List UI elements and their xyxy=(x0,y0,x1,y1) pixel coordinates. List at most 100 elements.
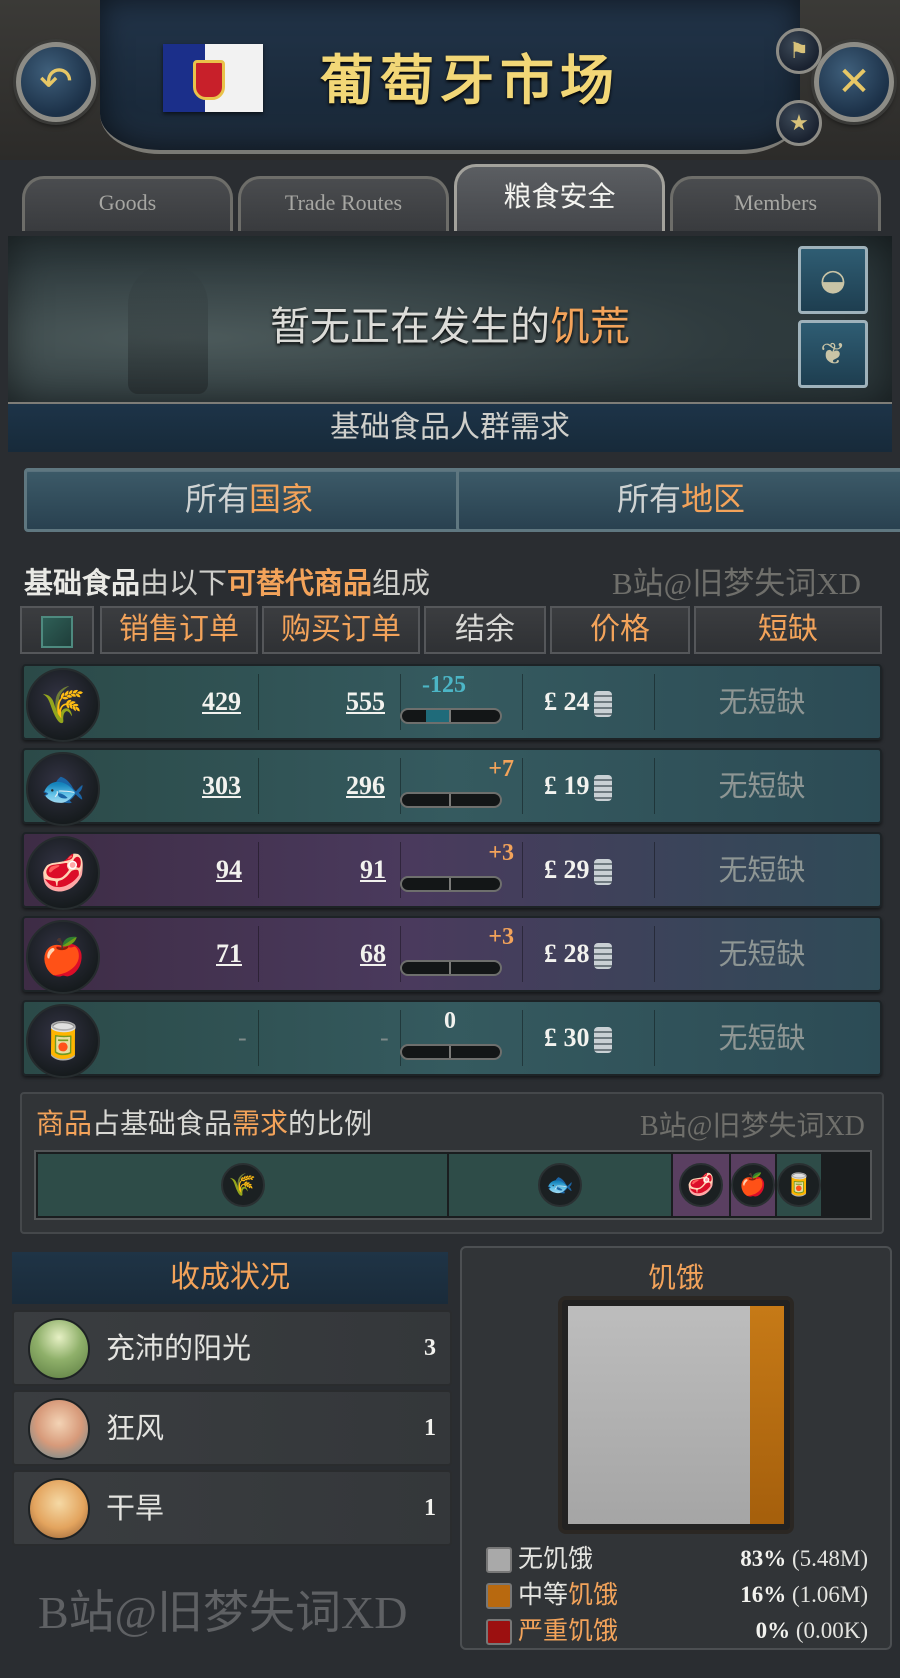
all-regions-button[interactable]: 所有地区 xyxy=(456,468,900,532)
buy-orders-value[interactable]: - xyxy=(380,1002,389,1074)
share-title: 商品占基础食品需求的比例 xyxy=(36,1107,373,1140)
all-countries-button[interactable]: 所有国家 xyxy=(24,468,474,532)
balance-bar xyxy=(400,708,502,724)
balance-value: -125 xyxy=(422,672,466,698)
sell-orders-value[interactable]: 71 xyxy=(216,918,242,990)
wheat-icon: 🌾 xyxy=(220,1163,265,1207)
tab-bar: Goods Trade Routes 粮食安全 Members xyxy=(16,160,886,231)
harvest-item-sunshine[interactable]: 充沛的阳光 3 xyxy=(12,1310,452,1386)
demand-share-panel: 商品占基础食品需求的比例 B站@旧梦失词XD 🌾 🐟 🥩 🍎 🥫 xyxy=(20,1092,884,1234)
price-value: £ 19 xyxy=(544,750,664,822)
coin-icon xyxy=(593,691,612,718)
watermark: B站@旧梦失词XD xyxy=(38,1587,408,1638)
harvest-item-wind[interactable]: 狂风 1 xyxy=(12,1390,452,1466)
harvest-label: 充沛的阳光 xyxy=(106,1331,252,1365)
drought-icon xyxy=(28,1478,90,1540)
balance-value: +7 xyxy=(488,756,514,782)
harvest-title: 收成状况 xyxy=(12,1252,448,1304)
header-balance[interactable]: 结余 xyxy=(424,606,546,654)
star-icon: ★ xyxy=(789,110,809,136)
watermark: B站@旧梦失词XD xyxy=(640,1111,865,1142)
sunshine-icon xyxy=(28,1318,90,1380)
table-row-meat[interactable]: 🥩 94 91 +3 £ 29 无短缺 xyxy=(22,832,882,910)
fish-icon: 🐟 xyxy=(26,752,100,826)
balance-bar xyxy=(400,1044,502,1060)
share-segment-fish[interactable]: 🐟 xyxy=(449,1154,673,1216)
buy-orders-value[interactable]: 68 xyxy=(360,918,386,990)
share-segment-fruit[interactable]: 🍎 xyxy=(731,1154,777,1216)
price-value: £ 24 xyxy=(544,666,664,738)
balance-value: +3 xyxy=(488,924,514,950)
market-title: 葡萄牙市场 xyxy=(320,48,620,112)
price-value: £ 28 xyxy=(544,918,664,990)
favorite-button[interactable]: ★ xyxy=(776,100,822,146)
close-button[interactable]: ✕ xyxy=(814,42,894,122)
header-buy-orders[interactable]: 购买订单 xyxy=(262,606,420,654)
fruit-icon: 🍎 xyxy=(26,920,100,994)
price-value: £ 29 xyxy=(544,834,664,906)
legend-moderate-hunger[interactable]: 中等饥饿 16% (1.06M) xyxy=(486,1578,876,1612)
tab-goods[interactable]: Goods xyxy=(22,176,233,231)
harvest-value: 3 xyxy=(424,1335,436,1361)
signpost-button[interactable]: ⚑ xyxy=(776,28,822,74)
harvest-item-drought[interactable]: 干旱 1 xyxy=(12,1470,452,1546)
tab-food-security[interactable]: 粮食安全 xyxy=(454,164,665,231)
header-shortage[interactable]: 短缺 xyxy=(694,606,882,654)
balance-bar xyxy=(400,792,502,808)
table-row-groceries[interactable]: 🥫 - - 0 £ 30 无短缺 xyxy=(22,1000,882,1078)
share-segment-groceries[interactable]: 🥫 xyxy=(777,1154,823,1216)
sell-orders-value[interactable]: - xyxy=(238,1002,247,1074)
toggle-icon xyxy=(41,616,73,648)
buy-orders-value[interactable]: 555 xyxy=(346,666,385,738)
shortage-status: 无短缺 xyxy=(718,937,806,971)
table-row-fish[interactable]: 🐟 303 296 +7 £ 19 无短缺 xyxy=(22,748,882,826)
harvest-label: 干旱 xyxy=(106,1491,165,1525)
share-segment-meat[interactable]: 🥩 xyxy=(673,1154,731,1216)
sell-orders-value[interactable]: 94 xyxy=(216,834,242,906)
composition-subtitle: 基础食品由以下可替代商品组成 xyxy=(24,566,431,600)
harvest-value: 1 xyxy=(424,1495,436,1521)
moderate-hunger-fill xyxy=(750,1306,784,1524)
header-price[interactable]: 价格 xyxy=(550,606,690,654)
grain-button[interactable]: ❦ xyxy=(798,320,868,388)
section-title: 基础食品人群需求 xyxy=(8,402,892,452)
coin-icon xyxy=(593,943,612,970)
market-header: 葡萄牙市场 ↶ ✕ ⚑ ★ xyxy=(0,0,900,160)
portugal-flag xyxy=(163,44,263,112)
legend-no-hunger[interactable]: 无饥饿 83% (5.48M) xyxy=(486,1542,876,1576)
legend-swatch xyxy=(486,1583,512,1609)
fruit-icon: 🍎 xyxy=(731,1163,775,1207)
select-all-toggle[interactable] xyxy=(20,606,94,654)
hunger-panel: 饥饿 无饥饿 83% (5.48M) 中等饥饿 16% (1.06M) 严重饥饿… xyxy=(460,1246,892,1650)
wheat-icon: 🌾 xyxy=(26,668,100,742)
sell-orders-value[interactable]: 429 xyxy=(202,666,241,738)
food-bowl-button[interactable]: ◒ xyxy=(798,246,868,314)
legend-swatch xyxy=(486,1619,512,1645)
balance-bar xyxy=(400,876,502,892)
shortage-status: 无短缺 xyxy=(718,1021,806,1055)
table-row-fruit[interactable]: 🍎 71 68 +3 £ 28 无短缺 xyxy=(22,916,882,994)
hunger-title: 饥饿 xyxy=(647,1261,704,1294)
buy-orders-value[interactable]: 296 xyxy=(346,750,385,822)
harvest-label: 狂风 xyxy=(106,1411,165,1445)
tab-trade-routes[interactable]: Trade Routes xyxy=(238,176,449,231)
table-row-grain[interactable]: 🌾 429 555 -125 £ 24 无短缺 xyxy=(22,664,882,742)
tab-members[interactable]: Members xyxy=(670,176,881,231)
balance-bar xyxy=(400,960,502,976)
close-icon: ✕ xyxy=(837,59,871,105)
meat-icon: 🥩 xyxy=(26,836,100,910)
back-button[interactable]: ↶ xyxy=(16,42,96,122)
grain-leaf-icon: ❦ xyxy=(820,336,846,372)
coin-icon xyxy=(593,1027,612,1054)
buy-orders-value[interactable]: 91 xyxy=(360,834,386,906)
famine-banner: 暂无正在发生的饥荒 ◒ ❦ xyxy=(8,236,892,406)
header-sell-orders[interactable]: 销售订单 xyxy=(100,606,258,654)
wind-icon xyxy=(28,1398,90,1460)
balance-value: +3 xyxy=(488,840,514,866)
sell-orders-value[interactable]: 303 xyxy=(202,750,241,822)
price-value: £ 30 xyxy=(544,1002,664,1074)
legend-severe-hunger[interactable]: 严重饥饿 0% (0.00K) xyxy=(486,1614,876,1648)
hunger-chart xyxy=(558,1296,794,1534)
harvest-value: 1 xyxy=(424,1415,436,1441)
share-segment-wheat[interactable]: 🌾 xyxy=(38,1154,449,1216)
